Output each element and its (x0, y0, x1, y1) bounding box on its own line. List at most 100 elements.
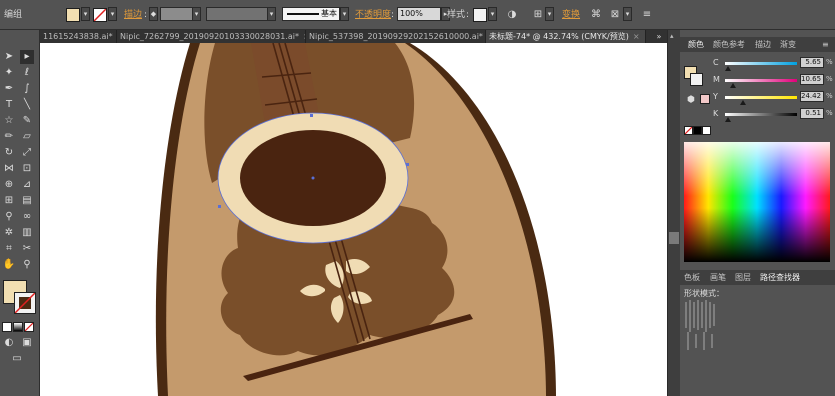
mesh-tool-icon[interactable]: ⊞ (2, 194, 16, 208)
more-tabs-icon[interactable]: » (652, 30, 666, 44)
hand-tool-icon[interactable]: ✋ (2, 258, 16, 272)
perspective-grid-tool-icon[interactable]: ⊿ (20, 178, 34, 192)
yellow-value-input[interactable]: 24.42 (800, 91, 824, 102)
scrollbar-thumb[interactable] (669, 232, 679, 244)
document-tab[interactable]: Nipic_537398_20190929202152610000.ai*× (306, 30, 486, 43)
scale-tool-icon[interactable]: ⤢ (20, 146, 34, 160)
options-arrow-icon[interactable]: ▾ (623, 7, 632, 21)
black-slider-track[interactable] (725, 113, 797, 116)
shape-builder-tool-icon[interactable]: ⊕ (2, 178, 16, 192)
opacity-input[interactable]: 100% (397, 7, 441, 21)
document-tab[interactable]: Nipic_7262799_20190920103330028031.ai*× (117, 30, 306, 43)
symbol-sprayer-tool-icon[interactable]: ✲ (2, 226, 16, 240)
black-value-input[interactable]: 0.51 (800, 108, 824, 119)
document-tab-label: 未标题-74* @ 432.74% (CMYK/预览) (489, 32, 629, 41)
scroll-up-icon[interactable]: ▴ (670, 32, 677, 40)
white-swatch[interactable] (702, 126, 711, 135)
artboard-tool-icon[interactable]: ⌗ (2, 242, 16, 256)
out-of-gamut-cube-icon[interactable]: ⬢ (684, 93, 698, 107)
color-mode-icon[interactable] (2, 322, 12, 332)
isolate-group-icon[interactable]: ⌘ (589, 8, 603, 22)
screen-mode-icon[interactable]: ▭ (10, 352, 24, 366)
paintbrush-tool-icon[interactable]: ✎ (20, 114, 34, 128)
fill-swatch[interactable] (66, 8, 80, 22)
tab-color[interactable]: 颜色 (688, 37, 704, 52)
artboard-canvas[interactable] (40, 43, 667, 396)
yellow-slider-thumb[interactable] (740, 100, 746, 105)
pencil-tool-icon[interactable]: ✏ (2, 130, 16, 144)
align-icon[interactable]: ⊞ (531, 8, 545, 22)
draw-normal-icon[interactable]: ◐ (2, 336, 16, 350)
panel-stroke-swatch[interactable] (690, 73, 703, 86)
variable-width-arrow-icon[interactable]: ▾ (267, 7, 276, 21)
tab-gradient[interactable]: 渐变 (780, 37, 796, 52)
panel-menu-icon[interactable]: ≡ (640, 8, 654, 22)
close-tab-icon[interactable]: × (633, 32, 640, 41)
magenta-slider-track[interactable] (725, 79, 797, 82)
direct-selection-tool-icon[interactable]: ▸ (20, 50, 34, 64)
stroke-weight-arrow-icon[interactable]: ▾ (192, 7, 201, 21)
gradient-mode-icon[interactable] (13, 322, 23, 332)
width-tool-icon[interactable]: ⋈ (2, 162, 16, 176)
document-tab[interactable]: 11615243838.ai*× (40, 30, 117, 43)
free-transform-tool-icon[interactable]: ⊡ (20, 162, 34, 176)
eyedropper-tool-icon[interactable]: ⚲ (2, 210, 16, 224)
stroke-dropdown-icon[interactable]: ▾ (108, 7, 117, 21)
tab-layers[interactable]: 图层 (735, 270, 751, 285)
brush-profile-dropdown[interactable]: 基本 (282, 7, 340, 21)
tab-brushes[interactable]: 画笔 (710, 270, 726, 285)
gradient-tool-icon[interactable]: ▤ (20, 194, 34, 208)
opacity-link[interactable]: 不透明度 (355, 7, 391, 23)
selection-tool-icon[interactable]: ➤ (2, 50, 16, 64)
rotate-tool-icon[interactable]: ↻ (2, 146, 16, 160)
stroke-swatch[interactable] (93, 8, 107, 22)
tab-pathfinder[interactable]: 路径查找器 (760, 270, 800, 285)
curvature-tool-icon[interactable]: ∫ (20, 82, 34, 96)
magenta-slider-thumb[interactable] (730, 83, 736, 88)
magic-wand-tool-icon[interactable]: ✦ (2, 66, 16, 80)
tab-color-guide[interactable]: 颜色参考 (713, 37, 745, 52)
isolate-mode-icon[interactable]: ⊠ (608, 8, 622, 22)
tab-stroke[interactable]: 描边 (755, 37, 771, 52)
zoom-tool-icon[interactable]: ⚲ (20, 258, 34, 272)
pen-tool-icon[interactable]: ✒ (2, 82, 16, 96)
column-graph-tool-icon[interactable]: ▥ (20, 226, 34, 240)
pathfinder-button-rows[interactable] (684, 298, 744, 358)
stroke-color-box[interactable] (14, 292, 36, 314)
align-arrow-icon[interactable]: ▾ (545, 7, 554, 21)
cyan-slider-track[interactable] (725, 62, 797, 65)
yellow-slider-track[interactable] (725, 96, 797, 99)
lasso-tool-icon[interactable]: ℓ (20, 66, 34, 80)
brush-profile-arrow-icon[interactable]: ▾ (340, 7, 349, 21)
black-slider-thumb[interactable] (725, 117, 731, 122)
style-swatch[interactable] (473, 8, 487, 22)
eraser-tool-icon[interactable]: ▱ (20, 130, 34, 144)
document-tab-active[interactable]: 未标题-74* @ 432.74% (CMYK/预览) × (486, 30, 646, 43)
magenta-value-input[interactable]: 10.65 (800, 74, 824, 85)
gamut-swatch[interactable] (700, 94, 710, 104)
blend-tool-icon[interactable]: ∞ (20, 210, 34, 224)
none-swatch-icon[interactable] (684, 126, 693, 135)
style-arrow-icon[interactable]: ▾ (488, 7, 497, 21)
fill-dropdown-icon[interactable]: ▾ (81, 7, 90, 21)
black-swatch[interactable] (693, 126, 702, 135)
transform-link[interactable]: 变换 (562, 7, 580, 23)
slice-tool-icon[interactable]: ✂ (20, 242, 34, 256)
stroke-weight-stepper-icon[interactable]: ◆ (149, 7, 158, 21)
tab-swatches[interactable]: 色板 (684, 270, 700, 285)
star-tool-icon[interactable]: ☆ (2, 114, 16, 128)
vertical-scrollbar[interactable]: ▴ (667, 30, 680, 396)
variable-width-dropdown[interactable] (206, 7, 268, 21)
color-spectrum[interactable] (684, 142, 830, 262)
stroke-weight-dropdown[interactable] (160, 7, 193, 21)
color-panel-menu-icon[interactable]: ≡ (822, 37, 829, 52)
none-mode-icon[interactable] (24, 322, 34, 332)
cyan-slider-thumb[interactable] (725, 66, 731, 71)
control-bar: 编组 ▾ ▾ 描边 : ◆ ▾ ▾ 基本 ▾ 不透明度 : 100% ▸ 样式 … (0, 0, 835, 30)
recolor-artwork-icon[interactable]: ◑ (505, 8, 519, 22)
type-tool-icon[interactable]: T (2, 98, 16, 112)
draw-behind-icon[interactable]: ▣ (20, 336, 34, 350)
stroke-link[interactable]: 描边 (124, 7, 142, 23)
line-tool-icon[interactable]: ╲ (20, 98, 34, 112)
cyan-value-input[interactable]: 5.65 (800, 57, 824, 68)
